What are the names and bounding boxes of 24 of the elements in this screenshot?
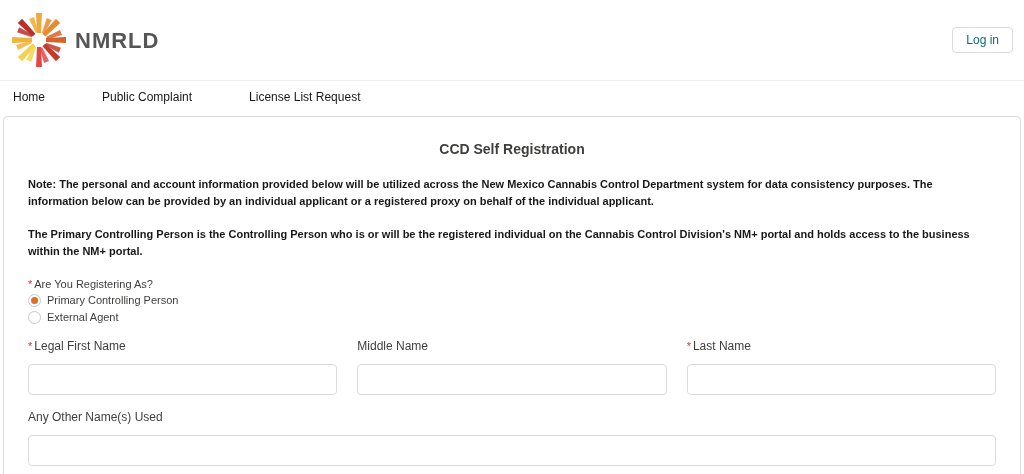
- input-field[interactable]: [28, 364, 338, 395]
- note-paragraph: The Primary Controlling Person is the Controlling Person who is or will be the registered individual on the Cannabis Control Division's NM+ portal and holds access to the business within the NM+ portal.: [28, 227, 971, 259]
- form-title: CCD Self Registration: [438, 140, 586, 159]
- question-label: Are You Registering As?: [34, 276, 153, 292]
- required-marker: *: [28, 276, 33, 292]
- field-label: Last Name: [692, 338, 751, 355]
- input-field[interactable]: [28, 435, 996, 466]
- required-marker: *: [686, 338, 691, 354]
- radio-button[interactable]: [28, 294, 41, 307]
- input-field[interactable]: [686, 364, 996, 395]
- nav-link[interactable]: Home: [13, 88, 45, 106]
- required-marker: *: [28, 338, 33, 354]
- radio-label: Primary Controlling Person: [47, 293, 179, 309]
- field-label: Middle Name: [357, 338, 429, 355]
- nav-link[interactable]: Public Complaint: [102, 88, 193, 106]
- nav-link[interactable]: License List Request: [249, 88, 361, 106]
- field-label: Any Other Name(s) Used: [28, 409, 163, 426]
- input-field[interactable]: [357, 364, 667, 395]
- login-button[interactable]: Log in: [952, 27, 1013, 53]
- radio-label: External Agent: [47, 310, 119, 326]
- field-label: Legal First Name: [34, 338, 126, 355]
- note-paragraph: Note: The personal and account information provided below will be utilized across the New Mexico Cannabis Control Department system for data consistency purposes. The information below can be provided by an individual applicant or a registered proxy on behalf of the individual applicant.: [28, 177, 934, 209]
- logo-text: NMRLD: [75, 26, 160, 55]
- radio-button[interactable]: [28, 311, 41, 324]
